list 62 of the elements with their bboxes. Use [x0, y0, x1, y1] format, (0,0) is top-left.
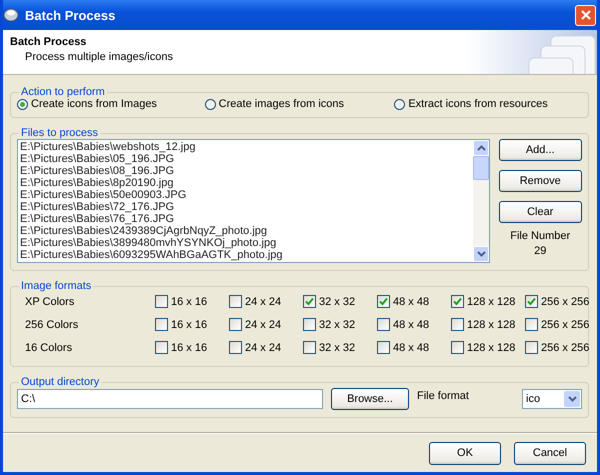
- size-checkbox[interactable]: 32 x 32: [303, 341, 377, 354]
- check-icon: [526, 296, 537, 307]
- file-list-item[interactable]: E:\Pictures\Babies\05_196.JPG: [20, 153, 472, 165]
- size-checkbox[interactable]: 16 x 16: [155, 295, 229, 308]
- size-checkbox[interactable]: 48 x 48: [377, 318, 451, 331]
- scrollbar[interactable]: [473, 140, 490, 262]
- group-legend: Output directory: [19, 376, 102, 388]
- size-checkbox[interactable]: 128 x 128: [451, 295, 525, 308]
- size-checkbox[interactable]: 256 x 256: [525, 341, 597, 354]
- browse-button[interactable]: Browse...: [331, 388, 409, 410]
- size-checkbox[interactable]: 24 x 24: [229, 318, 303, 331]
- file-list-item[interactable]: E:\Pictures\Babies\72_176.JPG: [20, 201, 472, 213]
- file-list-item[interactable]: E:\Pictures\Babies\8p20190.jpg: [20, 177, 472, 189]
- size-checkbox[interactable]: 32 x 32: [303, 318, 377, 331]
- header-subtitle: Process multiple images/icons: [24, 51, 173, 63]
- file-format-dropdown[interactable]: ico: [522, 389, 582, 409]
- radio-option[interactable]: Create images from icons: [204, 98, 394, 110]
- color-depth-label: 256 Colors: [25, 318, 80, 330]
- size-checkbox[interactable]: 48 x 48: [377, 295, 451, 308]
- size-checkbox[interactable]: 128 x 128: [451, 318, 525, 331]
- file-list-item[interactable]: E:\Pictures\Babies\2439389CjAgrbNqyZ_photo.jpg: [20, 225, 472, 237]
- caret-icon: [568, 396, 576, 402]
- group-legend: Image formats: [19, 280, 94, 292]
- color-depth-label: XP Colors: [25, 296, 76, 308]
- size-checkbox[interactable]: 256 x 256: [525, 318, 597, 331]
- size-checkbox[interactable]: 48 x 48: [377, 341, 451, 354]
- check-icon: [304, 296, 315, 307]
- size-checkbox[interactable]: 128 x 128: [451, 341, 525, 354]
- list-action-button[interactable]: Clear: [498, 201, 582, 223]
- directory-field[interactable]: C:\: [17, 389, 323, 409]
- file-list-item[interactable]: E:\Pictures\Babies\6093295WAhBGaAGTK_photo.jpg: [20, 249, 472, 261]
- app-icon: [3, 7, 19, 23]
- color-depth-label: 16 Colors: [25, 342, 74, 354]
- list-action-button[interactable]: Add...: [498, 139, 582, 161]
- file-list-item[interactable]: E:\Pictures\Babies\08_196.JPG: [20, 165, 472, 177]
- close-button[interactable]: [575, 4, 596, 26]
- dialog-button[interactable]: Cancel: [514, 442, 586, 464]
- scrollbar-thumb[interactable]: [473, 156, 490, 180]
- window-title: Batch Process: [25, 8, 116, 22]
- close-icon: [580, 9, 592, 21]
- file-list-item[interactable]: E:\Pictures\Babies\50e00903.JPG: [20, 189, 472, 201]
- file-format-label: File format: [417, 390, 470, 402]
- file-list-item[interactable]: E:\Pictures\Babies\webshots_12.jpg: [20, 141, 472, 153]
- list-action-button[interactable]: Remove: [498, 170, 582, 192]
- file-list-item[interactable]: E:\Pictures\Babies\3899480mvhYSYNKOj_photo.jpg: [20, 237, 472, 249]
- check-icon: [378, 296, 389, 307]
- size-checkbox[interactable]: 24 x 24: [229, 295, 303, 308]
- size-checkbox[interactable]: 256 x 256: [525, 295, 597, 308]
- size-checkbox[interactable]: 16 x 16: [155, 318, 229, 331]
- file-count-label: File Number: [510, 230, 570, 242]
- check-icon: [452, 296, 463, 307]
- size-checkbox[interactable]: 32 x 32: [303, 295, 377, 308]
- group-legend: Files to process: [19, 127, 100, 139]
- size-checkbox[interactable]: 16 x 16: [155, 341, 229, 354]
- size-checkbox[interactable]: 24 x 24: [229, 341, 303, 354]
- group-legend: Action to perform: [19, 86, 107, 98]
- file-list-item[interactable]: E:\Pictures\Babies\76_176.JPG: [20, 213, 472, 225]
- radio-option[interactable]: Create icons from Images: [17, 98, 205, 110]
- radio-option[interactable]: Extract icons from resources: [394, 98, 582, 110]
- dialog-button[interactable]: OK: [429, 442, 501, 464]
- file-count: 29: [534, 245, 546, 257]
- header-title: Batch Process: [10, 36, 88, 48]
